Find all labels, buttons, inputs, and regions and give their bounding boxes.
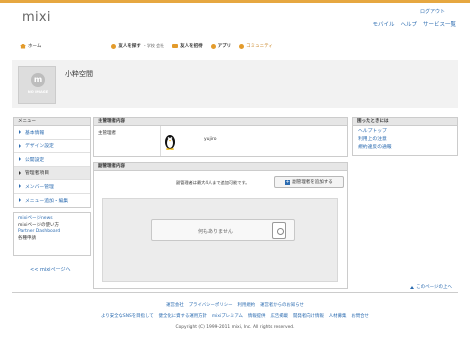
nav-services-link[interactable]: サービス一覧 [423,20,456,28]
mixi-m-icon: m [31,73,45,87]
help-panel-title: 困ったときには [352,117,458,126]
footer-link[interactable]: 情報提供 [248,313,266,319]
add-sub-admin-button[interactable]: + 副管理者を追加する [274,176,344,188]
nav-invite[interactable]: 友人を招待 [172,43,203,49]
avatar-placeholder-text: NO IMAGE [27,90,49,94]
nav-community[interactable]: コミュニティ [239,43,273,49]
add-sub-admin-label: 副管理者を追加する [292,180,333,185]
help-top-link[interactable]: ヘルプトップ [358,128,452,136]
sidebar-item-label: デザイン設定 [25,144,54,150]
empty-state-text: 何もありません [198,229,233,235]
nav-find-friends-sub: ・学校 会社 [142,43,165,48]
empty-state-area: 何もありません [102,198,338,282]
main-content: 主管理者内容 主管理者 yujiro 副管理者内容 副管理者は最大4人まで追加可… [93,117,348,289]
sub-admin-note: 副管理者は最大4人まで追加可能です。 [176,180,250,185]
sidebar-item-label: 基本情報 [25,130,45,136]
page-top-link[interactable]: このページの上へ [410,284,452,290]
nav-help-link[interactable]: ヘルプ [400,20,417,28]
nav-app-label: アプリ [217,44,232,49]
footer-link[interactable]: mixiプレミアム [212,313,243,319]
top-nav: モバイル ヘルプ サービス一覧 [372,20,456,28]
nav-find-friends-label: 友人を探す [118,44,141,49]
sub-admin-panel-body: 副管理者は最大4人まで追加可能です。 + 副管理者を追加する 何もありません [93,171,348,289]
usage-notes-link[interactable]: 利用上の注意 [358,136,452,144]
bullet-icon [19,157,21,162]
sub-admin-panel-title: 副管理者内容 [93,162,348,171]
footer-link[interactable]: 運営者からのお知らせ [260,302,304,308]
sidebar-menu: 基本情報 デザイン設定 公開設定 管理者項目 メンバー管理 メニュー追加・編集 [13,126,91,208]
nav-app[interactable]: アプリ [210,43,232,49]
sidebar-item-label: 公開設定 [25,157,45,163]
footer-link[interactable]: より安全なSNSを目指して [101,313,154,319]
home-icon [20,43,26,49]
help-links: ヘルプトップ 利用上の注意 規約違反の通報 [352,126,458,156]
report-violation-link[interactable]: 規約違反の通報 [358,144,452,152]
penguin-avatar-icon[interactable] [164,132,176,150]
app-icon [210,43,216,49]
nav-find-friends[interactable]: 友人を探す ・学校 会社 [111,43,164,49]
sidebar-item-label: 管理者項目 [25,171,49,177]
sidebar-item-visibility[interactable]: 公開設定 [14,153,90,167]
top-accent-bar [0,0,470,3]
community-avatar[interactable]: m NO IMAGE [18,66,56,104]
sidebar-item-menu-edit[interactable]: メニュー追加・編集 [14,194,90,208]
sidebar-links: mixiページnews mixiページの使い方 Partner Dashboar… [13,212,91,256]
divider [160,126,161,156]
footer-link[interactable]: プライバシーポリシー [189,302,233,308]
footer-link[interactable]: 開発者向け情報 [293,313,324,319]
community-icon [239,43,245,49]
footer-links-secondary: より安全なSNSを目指して 健全化に資する運用方針 mixiプレミアム 情報提供… [0,313,470,319]
mixi-logo[interactable]: mixi [22,10,51,25]
admin-name-link[interactable]: yujiro [204,137,217,142]
help-panel: 困ったときには ヘルプトップ 利用上の注意 規約違反の通報 [352,117,458,156]
footer-link[interactable]: お問合せ [351,313,369,319]
up-arrow-icon [410,285,415,289]
footer-link[interactable]: 人材募集 [329,313,347,319]
bullet-icon [19,184,21,189]
plus-icon: + [285,178,291,185]
bullet-icon [19,170,21,175]
global-nav: ホーム 友人を探す ・学校 会社 友人を招待 アプリ コミュニティ [20,40,450,52]
logout-link[interactable]: ログアウト [420,8,445,15]
sidebar-header: メニュー [13,117,91,126]
footer-link[interactable]: 運営会社 [166,302,184,308]
sidebar-item-admin[interactable]: 管理者項目 [14,166,90,180]
sidebar-item-label: メニュー追加・編集 [25,198,69,204]
admin-panel-title: 主管理者内容 [93,117,348,126]
admin-panel: 主管理者 yujiro [93,126,348,157]
empty-state-card: 何もありません [151,219,295,241]
footer-link[interactable]: 健全化に資する運用方針 [159,313,207,319]
nav-home-label: ホーム [28,44,42,49]
friend-search-icon [111,43,117,49]
sidebar: メニュー 基本情報 デザイン設定 公開設定 管理者項目 メンバー管理 メニュー追… [13,117,91,256]
invite-icon [172,44,179,48]
footer-divider [12,292,458,293]
admin-label: 主管理者 [98,131,116,136]
footer-links-primary: 運営会社 プライバシーポリシー 利用規約 運営者からのお知らせ [0,302,470,308]
community-header [12,60,458,108]
sidebar-item-basic-info[interactable]: 基本情報 [14,126,90,140]
copyright: Copyright (C) 1999-2011 mixi, Inc. All r… [175,325,295,330]
sub-admin-panel: 副管理者内容 副管理者は最大4人まで追加可能です。 + 副管理者を追加する 何も… [93,162,348,289]
nav-home[interactable]: ホーム [20,43,41,49]
bullet-icon [19,130,21,135]
back-to-mixi-page-link[interactable]: << mixiページへ [30,266,70,273]
footer-link[interactable]: 広告掲載 [270,313,288,319]
nav-community-label: コミュニティ [246,44,273,49]
bullet-icon [19,198,21,203]
bullet-icon [19,143,21,148]
sidebar-item-design[interactable]: デザイン設定 [14,140,90,153]
community-title: 小粋空間 [65,70,93,78]
page-top-label: このページの上へ [416,285,452,290]
sidebar-item-label: メンバー管理 [25,184,54,190]
nav-invite-label: 友人を招待 [180,44,203,49]
sidebar-item-members[interactable]: メンバー管理 [14,180,90,194]
nav-mobile-link[interactable]: モバイル [372,20,394,28]
footer-link[interactable]: 利用規約 [238,302,256,308]
empty-mascot-icon [272,222,286,239]
applications-link[interactable]: 各種申請 [18,236,86,243]
